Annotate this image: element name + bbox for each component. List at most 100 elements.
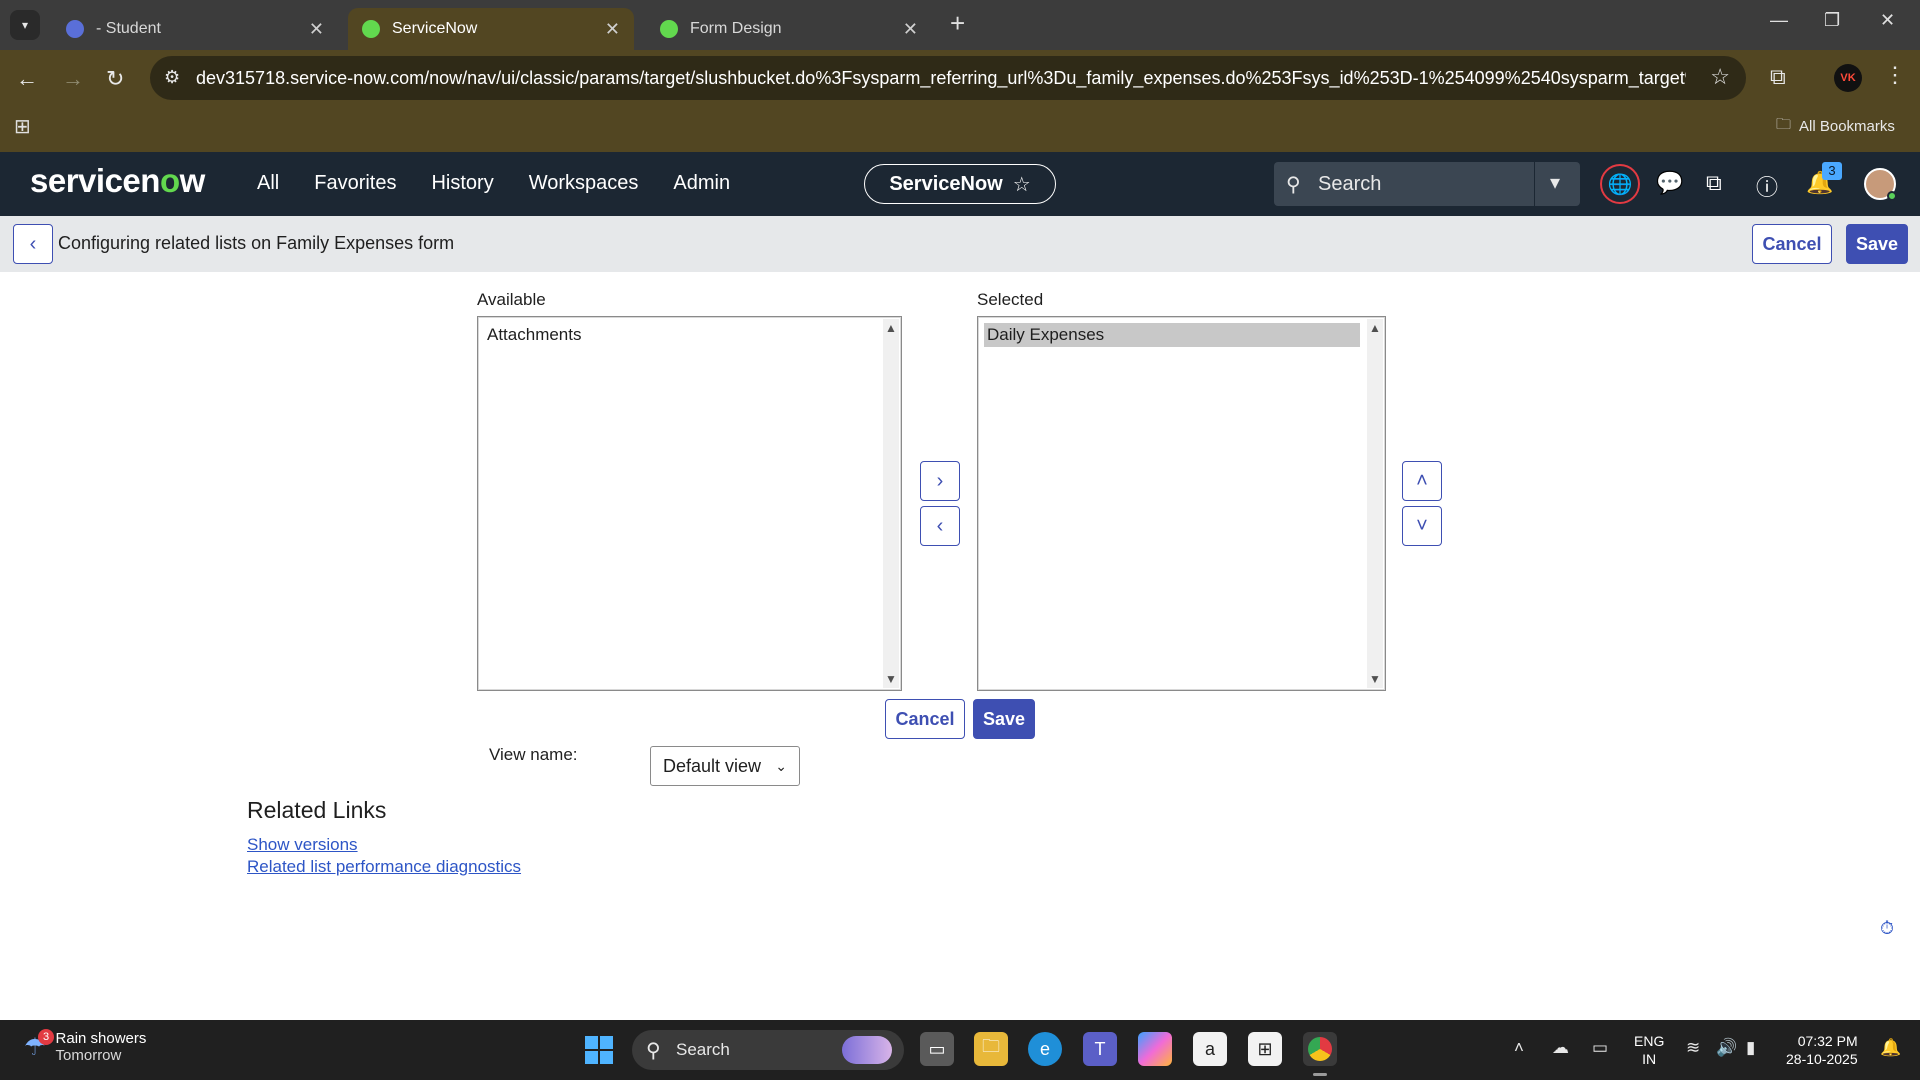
save-button[interactable]: Save <box>1846 224 1908 264</box>
system-clock[interactable]: 07:32 PM 28-10-2025 <box>1786 1032 1858 1068</box>
list-item[interactable]: Attachments <box>484 323 585 347</box>
impersonate-icon[interactable]: ⧉ <box>1706 170 1722 196</box>
nav-history[interactable]: History <box>431 172 493 195</box>
bookmark-star-icon[interactable]: ☆ <box>1710 64 1730 90</box>
scroll-down-icon[interactable]: ▼ <box>1369 672 1381 686</box>
cancel-button[interactable]: Cancel <box>885 699 965 739</box>
tab-student[interactable]: - Student ✕ <box>52 8 338 50</box>
servicenow-favicon-icon <box>362 20 380 38</box>
view-select[interactable]: Default view ⌄ <box>650 746 800 786</box>
reload-icon[interactable]: ↻ <box>106 66 124 92</box>
list-item[interactable]: Daily Expenses <box>984 323 1360 347</box>
nav-admin[interactable]: Admin <box>673 172 730 195</box>
forward-arrow-icon[interactable]: → <box>62 66 84 92</box>
windows-start-icon[interactable] <box>585 1036 613 1064</box>
minimize-icon[interactable]: — <box>1770 10 1788 31</box>
region-code: IN <box>1642 1051 1657 1067</box>
selected-list[interactable]: Daily Expenses ▲ ▼ <box>977 316 1386 691</box>
main-nav: All Favorites History Workspaces Admin <box>257 172 730 195</box>
related-list-diagnostics-link[interactable]: Related list performance diagnostics <box>247 857 521 877</box>
show-hidden-icons-chevron-icon[interactable]: ˄ <box>1514 1038 1524 1058</box>
chevron-up-icon: ˄ <box>1416 469 1428 492</box>
chevron-left-icon: ‹ <box>936 514 944 537</box>
close-icon[interactable]: ✕ <box>903 19 918 40</box>
user-avatar[interactable] <box>1864 168 1897 201</box>
scroll-up-icon[interactable]: ▲ <box>1369 321 1381 335</box>
language-indicator[interactable]: ENG IN <box>1634 1032 1664 1068</box>
search-placeholder: Search <box>1318 173 1382 195</box>
view-name-label: View name: <box>489 745 578 764</box>
more-menu-icon[interactable]: ⋮ <box>1884 62 1906 88</box>
weather-subtitle: Tomorrow <box>55 1047 122 1064</box>
help-icon[interactable]: ⓘ <box>1756 170 1778 202</box>
onedrive-cloud-icon[interactable]: ☁ <box>1552 1038 1569 1058</box>
close-icon[interactable]: ✕ <box>309 19 324 40</box>
chat-icon[interactable]: 💬 <box>1656 170 1683 196</box>
scroll-up-icon[interactable]: ▲ <box>885 321 897 335</box>
tab-title: - Student <box>96 20 161 37</box>
file-explorer-icon[interactable]: 🗀 <box>974 1032 1008 1066</box>
restore-icon[interactable]: ❐ <box>1824 10 1840 31</box>
search-highlight-icon <box>842 1036 892 1064</box>
teams-icon[interactable]: T <box>1083 1032 1117 1066</box>
student-favicon-icon <box>66 20 84 38</box>
amazon-icon[interactable]: a <box>1193 1032 1227 1066</box>
chevron-down-icon: ˅ <box>1416 514 1428 537</box>
browser-tab-strip: ▾ - Student ✕ ServiceNow ✕ Form Design ✕… <box>0 0 1920 50</box>
global-search[interactable]: ⚲ Search ▾ <box>1274 162 1580 206</box>
display-icon[interactable]: ▭ <box>1592 1038 1608 1058</box>
add-to-selected-button[interactable]: › <box>920 461 960 501</box>
volume-icon[interactable]: 🔊 <box>1716 1038 1737 1058</box>
profile-avatar[interactable]: VK <box>1834 64 1862 92</box>
taskbar-search[interactable]: ⚲ Search <box>632 1030 904 1070</box>
rain-umbrella-icon: ☂ 3 <box>24 1028 54 1062</box>
new-tab-plus-icon[interactable]: + <box>950 8 965 39</box>
site-info-icon[interactable]: ⚙ <box>164 67 180 88</box>
nav-all[interactable]: All <box>257 172 279 195</box>
available-list[interactable]: Attachments ▲ ▼ <box>477 316 902 691</box>
search-divider <box>1534 162 1535 206</box>
copilot-icon[interactable] <box>1138 1032 1172 1066</box>
back-arrow-icon[interactable]: ← <box>16 66 38 92</box>
close-window-icon[interactable]: ✕ <box>1880 10 1895 31</box>
url-text[interactable]: dev315718.service-now.com/now/nav/ui/cla… <box>196 68 1686 89</box>
move-up-button[interactable]: ˄ <box>1402 461 1442 501</box>
extensions-puzzle-icon[interactable]: ⧉ <box>1770 64 1786 90</box>
edge-icon[interactable]: e <box>1028 1032 1062 1066</box>
scroll-down-icon[interactable]: ▼ <box>885 672 897 686</box>
nav-favorites[interactable]: Favorites <box>314 172 396 195</box>
address-bar[interactable]: ⚙ dev315718.service-now.com/now/nav/ui/c… <box>150 56 1746 100</box>
notification-center-icon[interactable]: 🔔 <box>1880 1038 1901 1058</box>
tab-servicenow[interactable]: ServiceNow ✕ <box>348 8 634 50</box>
nav-workspaces[interactable]: Workspaces <box>529 172 639 195</box>
scrollbar[interactable]: ▲ ▼ <box>883 319 899 688</box>
task-view-icon[interactable]: ▭ <box>920 1032 954 1066</box>
servicenow-favicon-icon <box>660 20 678 38</box>
chevron-left-icon: ‹ <box>29 232 37 255</box>
all-bookmarks[interactable]: 🗀 All Bookmarks <box>1776 114 1895 139</box>
show-versions-link[interactable]: Show versions <box>247 835 358 855</box>
instance-pill[interactable]: ServiceNow ☆ <box>864 164 1056 204</box>
close-icon[interactable]: ✕ <box>605 19 620 40</box>
timer-icon[interactable]: ⏱ <box>1880 918 1894 939</box>
search-scope-dropdown-icon[interactable]: ▾ <box>1550 170 1560 195</box>
tab-search-chevron-icon[interactable]: ▾ <box>10 10 40 40</box>
tab-form-design[interactable]: Form Design ✕ <box>646 8 932 50</box>
available-label: Available <box>477 290 546 309</box>
globe-icon[interactable]: 🌐 <box>1600 164 1640 204</box>
weather-widget[interactable]: ☂ 3 Rain showers Tomorrow <box>24 1028 146 1064</box>
chrome-icon[interactable] <box>1303 1032 1337 1076</box>
wifi-icon[interactable]: ≋ <box>1686 1038 1700 1058</box>
cancel-button[interactable]: Cancel <box>1752 224 1832 264</box>
view-selected-option: Default view <box>663 755 762 776</box>
favorite-star-icon[interactable]: ☆ <box>1013 172 1031 197</box>
scrollbar[interactable]: ▲ ▼ <box>1367 319 1383 688</box>
move-down-button[interactable]: ˅ <box>1402 506 1442 546</box>
back-button[interactable]: ‹ <box>13 224 53 264</box>
apps-grid-icon[interactable]: ⊞ <box>14 114 31 139</box>
servicenow-logo[interactable]: servicenow <box>30 162 205 200</box>
microsoft-store-icon[interactable]: ⊞ <box>1248 1032 1282 1066</box>
battery-icon[interactable]: ▮ <box>1746 1038 1755 1058</box>
remove-from-selected-button[interactable]: ‹ <box>920 506 960 546</box>
save-button[interactable]: Save <box>973 699 1035 739</box>
